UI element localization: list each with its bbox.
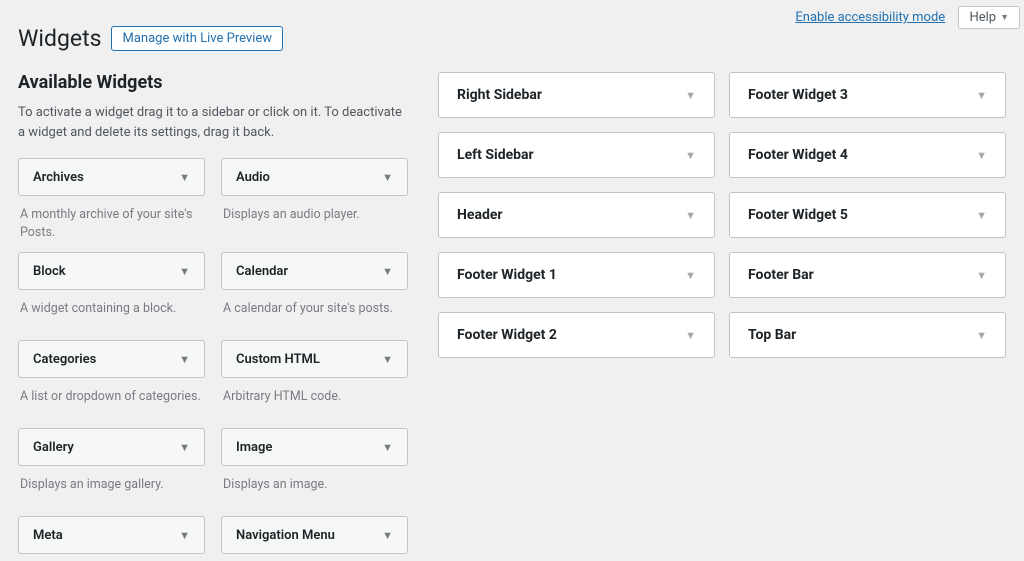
- widget-description: A list or dropdown of categories.: [18, 378, 205, 418]
- caret-down-icon: ▼: [976, 149, 987, 162]
- widget-description: Displays an audio player.: [221, 196, 408, 236]
- widget-label: Gallery: [33, 440, 74, 455]
- area-label: Footer Bar: [748, 267, 814, 283]
- widget-area-footer-widget-2[interactable]: Footer Widget 2 ▼: [438, 312, 715, 358]
- page-title: Widgets: [18, 25, 101, 52]
- available-widgets-panel: Available Widgets To activate a widget d…: [18, 72, 408, 561]
- widget-description: Login, RSS, & WordPress.org links.: [18, 554, 205, 561]
- caret-down-icon: ▼: [382, 529, 393, 542]
- widget-label: Image: [236, 440, 272, 455]
- widget-label: Custom HTML: [236, 352, 320, 367]
- caret-down-icon: ▼: [685, 149, 696, 162]
- widget-meta[interactable]: Meta ▼: [18, 516, 205, 554]
- widget-label: Navigation Menu: [236, 528, 335, 543]
- caret-down-icon: ▼: [685, 329, 696, 342]
- page-header: Widgets Manage with Live Preview: [18, 25, 1006, 52]
- caret-down-icon: ▼: [382, 441, 393, 454]
- widget-area-left-sidebar[interactable]: Left Sidebar ▼: [438, 132, 715, 178]
- widget-description: A widget containing a block.: [18, 290, 205, 330]
- caret-down-icon: ▼: [382, 353, 393, 366]
- widget-block[interactable]: Block ▼: [18, 252, 205, 290]
- caret-down-icon: ▼: [976, 89, 987, 102]
- widget-categories[interactable]: Categories ▼: [18, 340, 205, 378]
- widget-archives[interactable]: Archives ▼: [18, 158, 205, 196]
- area-label: Footer Widget 5: [748, 207, 848, 223]
- widget-image[interactable]: Image ▼: [221, 428, 408, 466]
- widget-label: Calendar: [236, 264, 288, 279]
- area-label: Footer Widget 3: [748, 87, 848, 103]
- area-label: Footer Widget 4: [748, 147, 848, 163]
- caret-down-icon: ▼: [685, 269, 696, 282]
- widget-label: Categories: [33, 352, 96, 367]
- caret-down-icon: ▼: [179, 529, 190, 542]
- widget-description: Displays an image.: [221, 466, 408, 506]
- help-toggle[interactable]: Help ▼: [958, 6, 1020, 29]
- widget-custom-html[interactable]: Custom HTML ▼: [221, 340, 408, 378]
- widget-area-footer-widget-4[interactable]: Footer Widget 4 ▼: [729, 132, 1006, 178]
- caret-down-icon: ▼: [179, 353, 190, 366]
- caret-down-icon: ▼: [179, 171, 190, 184]
- widget-label: Audio: [236, 170, 270, 185]
- widget-calendar[interactable]: Calendar ▼: [221, 252, 408, 290]
- available-widgets-heading: Available Widgets: [18, 72, 408, 93]
- area-label: Footer Widget 1: [457, 267, 557, 283]
- caret-down-icon: ▼: [976, 209, 987, 222]
- widget-audio[interactable]: Audio ▼: [221, 158, 408, 196]
- widget-description: A calendar of your site's posts.: [221, 290, 408, 330]
- caret-down-icon: ▼: [685, 89, 696, 102]
- area-label: Header: [457, 207, 503, 223]
- caret-down-icon: ▼: [382, 265, 393, 278]
- widget-gallery[interactable]: Gallery ▼: [18, 428, 205, 466]
- widget-label: Meta: [33, 528, 63, 543]
- widget-description: Displays an image gallery.: [18, 466, 205, 506]
- area-label: Top Bar: [748, 327, 796, 343]
- area-label: Right Sidebar: [457, 87, 542, 103]
- widget-area-top-bar[interactable]: Top Bar ▼: [729, 312, 1006, 358]
- caret-down-icon: ▼: [976, 269, 987, 282]
- widget-navigation-menu[interactable]: Navigation Menu ▼: [221, 516, 408, 554]
- widget-description: Arbitrary HTML code.: [221, 378, 408, 418]
- manage-live-preview-button[interactable]: Manage with Live Preview: [111, 26, 283, 51]
- caret-down-icon: ▼: [179, 441, 190, 454]
- available-widgets-description: To activate a widget drag it to a sideba…: [18, 103, 408, 142]
- caret-down-icon: ▼: [1000, 12, 1009, 23]
- widget-area-footer-widget-3[interactable]: Footer Widget 3 ▼: [729, 72, 1006, 118]
- widget-areas-panel: Right Sidebar ▼ Footer Widget 3 ▼ Left S…: [438, 72, 1006, 358]
- caret-down-icon: ▼: [382, 171, 393, 184]
- widget-description: A monthly archive of your site's Posts.: [18, 196, 205, 242]
- widget-area-header[interactable]: Header ▼: [438, 192, 715, 238]
- area-label: Footer Widget 2: [457, 327, 557, 343]
- widget-description: Add a navigation menu to your sidebar.: [221, 554, 408, 561]
- widget-area-footer-widget-5[interactable]: Footer Widget 5 ▼: [729, 192, 1006, 238]
- help-label: Help: [969, 10, 996, 25]
- caret-down-icon: ▼: [976, 329, 987, 342]
- widget-area-footer-bar[interactable]: Footer Bar ▼: [729, 252, 1006, 298]
- area-label: Left Sidebar: [457, 147, 534, 163]
- accessibility-mode-link[interactable]: Enable accessibility mode: [795, 10, 945, 25]
- widget-label: Archives: [33, 170, 84, 185]
- caret-down-icon: ▼: [685, 209, 696, 222]
- widget-area-right-sidebar[interactable]: Right Sidebar ▼: [438, 72, 715, 118]
- widget-label: Block: [33, 264, 66, 279]
- caret-down-icon: ▼: [179, 265, 190, 278]
- widget-area-footer-widget-1[interactable]: Footer Widget 1 ▼: [438, 252, 715, 298]
